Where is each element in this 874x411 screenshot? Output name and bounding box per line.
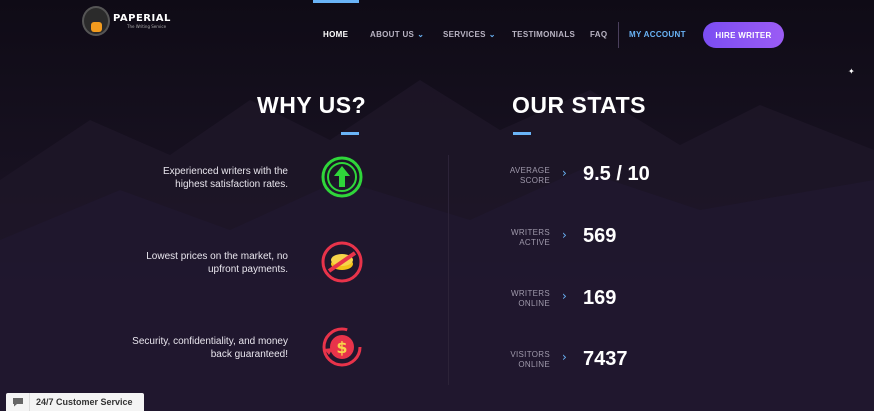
our-stats-underline (513, 132, 531, 135)
why-item-text: Security, confidentiality, and money bac… (132, 336, 288, 360)
why-us-title: WHY US? (257, 92, 367, 118)
logo-mascot-icon (82, 6, 110, 36)
stat-label: WRITERS ACTIVE (511, 228, 550, 247)
nav-home[interactable]: HOME (323, 30, 348, 39)
nav-testimonials[interactable]: TESTIMONIALS (512, 30, 575, 39)
stat-value: 9.5 / 10 (583, 163, 650, 185)
nav-divider (618, 22, 619, 48)
nav-active-indicator (313, 0, 359, 3)
customer-service-widget[interactable]: 24/7 Customer Service (6, 393, 144, 411)
chevron-down-icon: ⌄ (417, 30, 425, 39)
chevron-right-icon: › (562, 166, 567, 180)
arrow-up-icon (321, 156, 363, 198)
section-divider (448, 155, 449, 385)
nav-about-us[interactable]: ABOUT US ⌄ (370, 30, 424, 39)
stat-label: AVERAGE SCORE (509, 166, 550, 185)
hire-writer-button[interactable]: HIRE WRITER (703, 22, 784, 48)
stat-value: 169 (583, 287, 617, 309)
no-money-icon (321, 241, 363, 283)
why-item-text: Experienced writers with the highest sat… (162, 166, 288, 190)
stat-label: VISITORS ONLINE (510, 350, 550, 369)
stat-value: 7437 (583, 348, 628, 370)
svg-text:$: $ (336, 338, 347, 357)
chat-bubble-icon (12, 398, 23, 407)
customer-service-label: 24/7 Customer Service (36, 397, 133, 407)
chevron-down-icon: ⌄ (488, 30, 496, 39)
chevron-right-icon: › (562, 350, 567, 364)
chevron-right-icon: › (562, 228, 567, 242)
money-back-icon: $ (322, 327, 362, 367)
nav-services[interactable]: SERVICES ⌄ (443, 30, 496, 39)
why-item-text: Lowest prices on the market, no upfront … (146, 251, 288, 275)
site-header: PAPERIAL The Writing Service HOME ABOUT … (0, 0, 874, 70)
our-stats-title: OUR STATS (512, 92, 646, 118)
sparkle-icon: ✦ (848, 67, 855, 76)
why-us-underline (341, 132, 359, 135)
nav-faq[interactable]: FAQ (590, 30, 607, 39)
site-logo[interactable]: PAPERIAL The Writing Service (82, 6, 171, 36)
nav-my-account[interactable]: MY ACCOUNT (629, 30, 686, 39)
logo-tagline: The Writing Service (127, 23, 167, 29)
stat-label: WRITERS ONLINE (511, 289, 550, 308)
chevron-right-icon: › (562, 289, 567, 303)
stat-value: 569 (583, 225, 617, 247)
logo-name: PAPERIAL (113, 12, 171, 24)
